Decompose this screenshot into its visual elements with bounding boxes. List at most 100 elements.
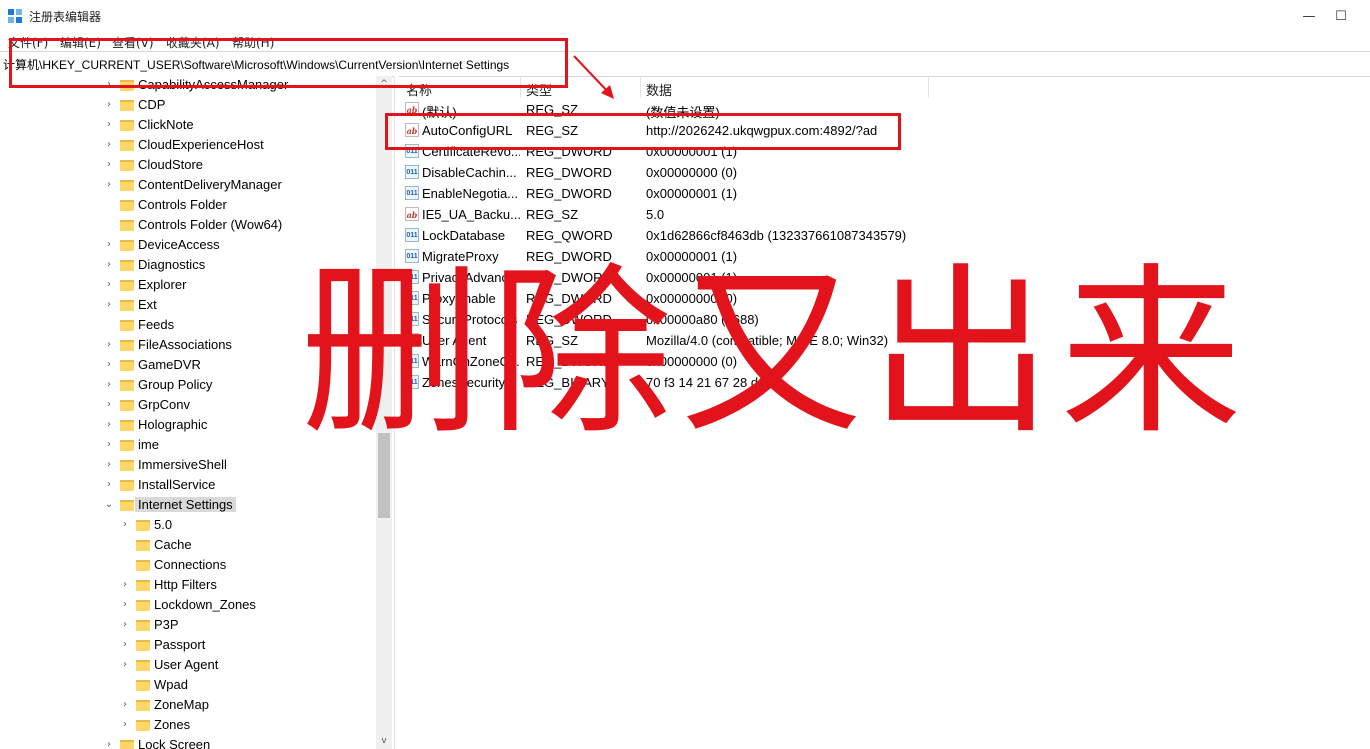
tree-item-label: ContentDeliveryManager (138, 177, 282, 192)
tree-item[interactable]: › 5.0 (0, 516, 376, 536)
tree-item[interactable]: Connections (0, 556, 376, 576)
tree-item[interactable]: › CDP (0, 96, 376, 116)
tree-item[interactable]: Wpad (0, 676, 376, 696)
value-row[interactable]: ab IE5_UA_Backu... REG_SZ 5.0 (400, 204, 1370, 225)
expand-chevron-icon[interactable]: › (120, 659, 130, 670)
tree-item-label: Http Filters (154, 577, 217, 592)
tree-item-label: CloudExperienceHost (138, 137, 264, 152)
tree-item[interactable]: › Zones (0, 716, 376, 736)
expand-chevron-icon[interactable]: › (104, 739, 114, 749)
tree-item-label: Passport (154, 637, 206, 652)
folder-icon (120, 480, 134, 491)
expand-chevron-icon[interactable]: › (104, 399, 114, 410)
tree-item[interactable]: › User Agent (0, 656, 376, 676)
expand-chevron-icon[interactable]: › (104, 239, 114, 250)
tree-item[interactable]: › CloudStore (0, 156, 376, 176)
tree-item[interactable]: › InstallService (0, 476, 376, 496)
folder-icon (120, 300, 134, 311)
folder-icon (120, 220, 134, 231)
value-row[interactable]: 011 DisableCachin... REG_DWORD 0x00000000 (… (400, 162, 1370, 183)
tree-item[interactable]: › ContentDeliveryManager (0, 176, 376, 196)
tree-item-label: Lockdown_Zones (154, 597, 256, 612)
binary-value-icon: 011 (405, 165, 419, 179)
tree-item-label: Internet Settings (135, 497, 236, 512)
scroll-down-arrow-icon[interactable]: v (376, 733, 392, 749)
tree-item[interactable]: ⌄ Internet Settings (0, 496, 376, 516)
expand-chevron-icon[interactable]: › (104, 459, 114, 470)
value-data: 0x00000000 (0) (646, 165, 738, 180)
expand-chevron-icon[interactable]: › (104, 359, 114, 370)
expand-chevron-icon[interactable]: › (120, 619, 130, 630)
tree-item-label: Explorer (138, 277, 187, 292)
folder-icon (136, 720, 150, 731)
folder-icon (120, 100, 134, 111)
value-name: EnableNegotia... (422, 186, 519, 201)
expand-chevron-icon[interactable]: › (104, 139, 114, 150)
folder-icon (120, 180, 134, 191)
expand-chevron-icon[interactable]: › (104, 339, 114, 350)
folder-icon (136, 620, 150, 631)
tree-item-label: 5.0 (154, 517, 173, 532)
expand-chevron-icon[interactable]: › (104, 159, 114, 170)
folder-icon (120, 120, 134, 131)
expand-chevron-icon[interactable]: › (104, 279, 114, 290)
folder-icon (120, 280, 134, 291)
tree-item-label: User Agent (154, 657, 219, 672)
tree-item[interactable]: › ClickNote (0, 116, 376, 136)
tree-item[interactable]: Controls Folder (Wow64) (0, 216, 376, 236)
address-highlight-box (9, 38, 568, 88)
value-row[interactable]: 011 EnableNegotia... REG_DWORD 0x00000001 (… (400, 183, 1370, 204)
collapse-chevron-icon[interactable]: ⌄ (104, 499, 114, 510)
folder-icon (120, 200, 134, 211)
column-data[interactable]: 数据 (646, 80, 672, 99)
value-type: REG_DWORD (526, 165, 612, 180)
folder-icon (120, 440, 134, 451)
tree-item[interactable]: Cache (0, 536, 376, 556)
maximize-button[interactable]: ☐ (1318, 0, 1364, 32)
tree-item[interactable]: › Lock Screen (0, 736, 376, 749)
folder-icon (120, 380, 134, 391)
expand-chevron-icon[interactable]: › (120, 699, 130, 710)
tree-item[interactable]: Controls Folder (0, 196, 376, 216)
folder-icon (136, 680, 150, 691)
tree-item-label: FileAssociations (138, 337, 232, 352)
expand-chevron-icon[interactable]: › (104, 379, 114, 390)
expand-chevron-icon[interactable]: › (120, 719, 130, 730)
expand-chevron-icon[interactable]: › (104, 439, 114, 450)
folder-icon (136, 520, 150, 531)
tree-item[interactable]: › CloudExperienceHost (0, 136, 376, 156)
folder-icon (136, 660, 150, 671)
tree-item[interactable]: › Passport (0, 636, 376, 656)
expand-chevron-icon[interactable]: › (104, 99, 114, 110)
tree-item-label: Controls Folder (138, 197, 227, 212)
tree-item[interactable]: › Lockdown_Zones (0, 596, 376, 616)
value-row[interactable]: 011 LockDatabase REG_QWORD 0x1d62866cf8463d… (400, 225, 1370, 246)
folder-icon (136, 540, 150, 551)
expand-chevron-icon[interactable]: › (104, 479, 114, 490)
tree-item-label: InstallService (138, 477, 216, 492)
folder-icon (120, 740, 134, 749)
tree-item-label: Lock Screen (138, 737, 211, 749)
tree-item[interactable]: › ZoneMap (0, 696, 376, 716)
expand-chevron-icon[interactable]: › (120, 519, 130, 530)
expand-chevron-icon[interactable]: › (104, 259, 114, 270)
tree-item-label: GrpConv (138, 397, 191, 412)
folder-icon (120, 460, 134, 471)
tree-item[interactable]: › P3P (0, 616, 376, 636)
tree-item-label: Ext (138, 297, 157, 312)
folder-icon (120, 260, 134, 271)
tree-item-label: Wpad (154, 677, 188, 692)
tree-item-label: P3P (154, 617, 179, 632)
folder-icon (120, 160, 134, 171)
expand-chevron-icon[interactable]: › (120, 579, 130, 590)
expand-chevron-icon[interactable]: › (120, 639, 130, 650)
annotation-arrow-icon (573, 55, 614, 99)
expand-chevron-icon[interactable]: › (104, 119, 114, 130)
tree-item[interactable]: › Http Filters (0, 576, 376, 596)
value-data: 0x1d62866cf8463db (132337661087343579) (646, 228, 907, 243)
tree-item[interactable]: › ImmersiveShell (0, 456, 376, 476)
expand-chevron-icon[interactable]: › (120, 599, 130, 610)
expand-chevron-icon[interactable]: › (104, 299, 114, 310)
expand-chevron-icon[interactable]: › (104, 419, 114, 430)
expand-chevron-icon[interactable]: › (104, 179, 114, 190)
